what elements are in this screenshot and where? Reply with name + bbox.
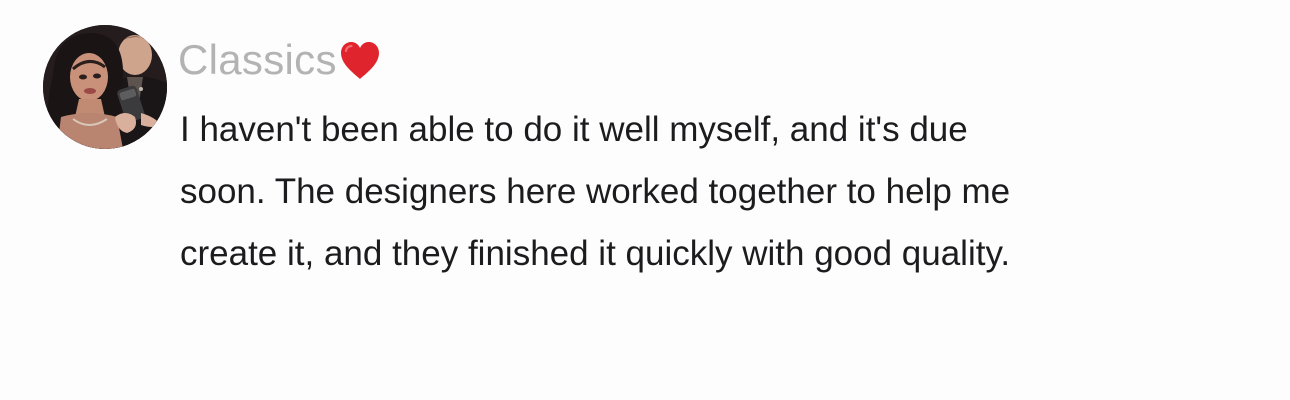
avatar-photo bbox=[43, 25, 167, 149]
username-row: Classics bbox=[178, 32, 382, 88]
comment-text: I haven't been able to do it well myself… bbox=[180, 110, 1011, 273]
red-heart-icon bbox=[338, 39, 382, 83]
comment-card: Classics I haven't been able to do it we… bbox=[0, 0, 1290, 400]
username[interactable]: Classics bbox=[178, 32, 337, 88]
avatar[interactable] bbox=[43, 25, 167, 149]
